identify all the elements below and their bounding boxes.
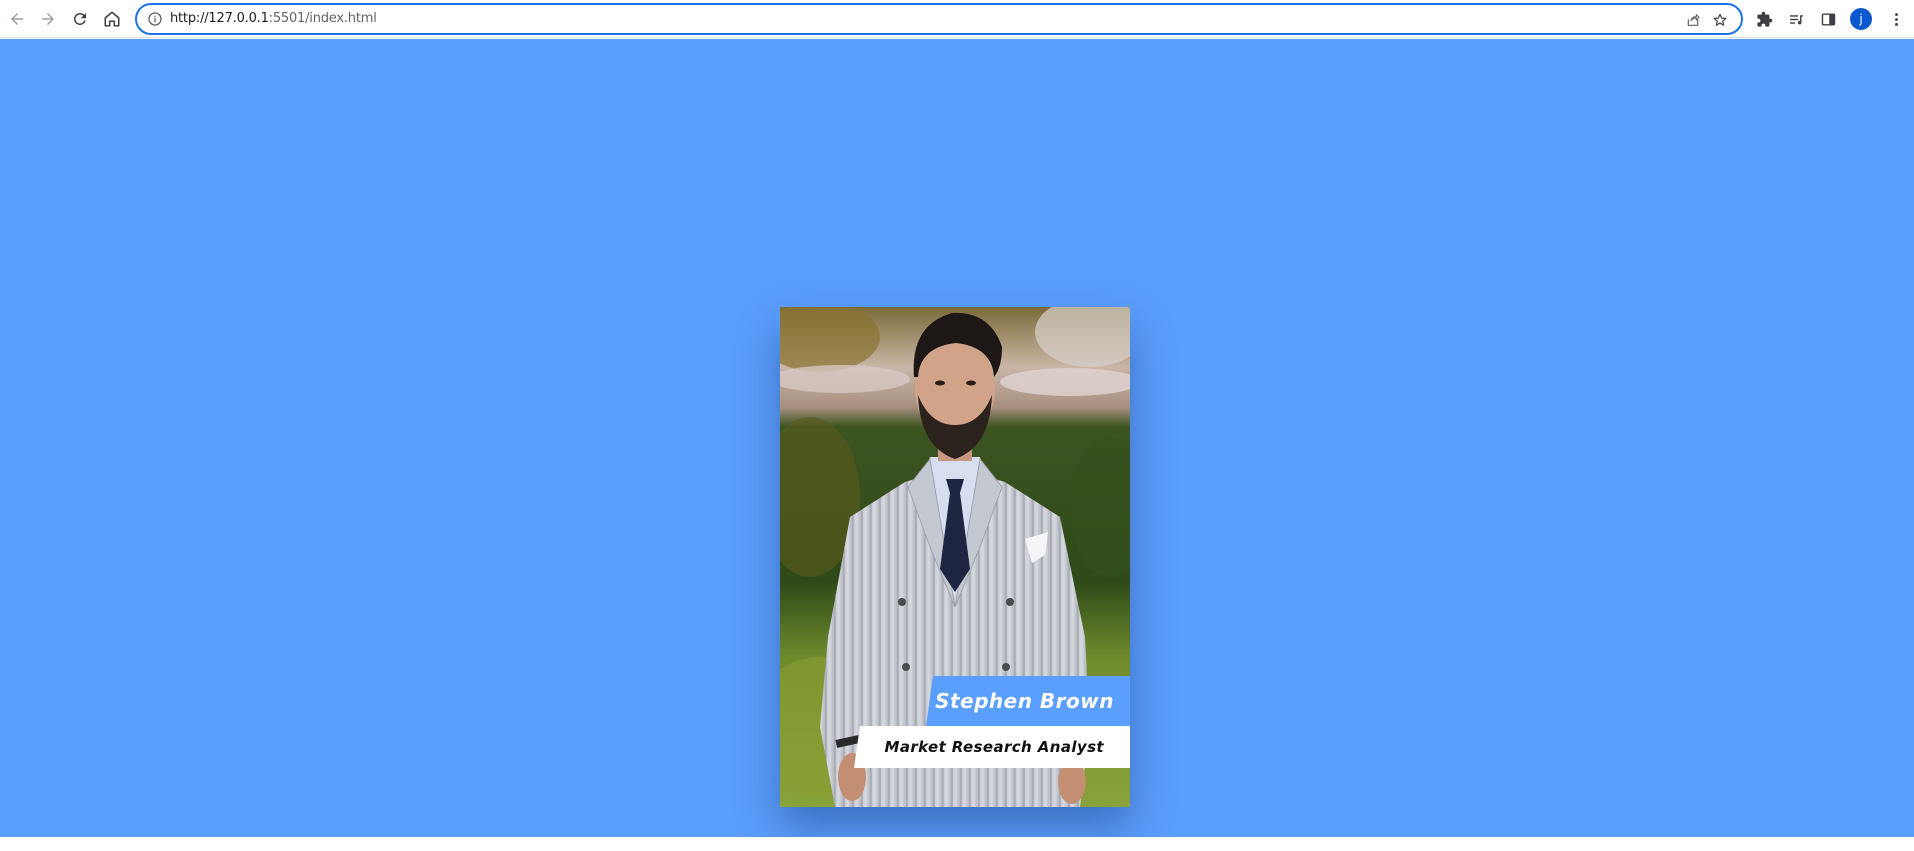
extensions-icon (1756, 11, 1772, 27)
side-panel-icon (1821, 12, 1835, 26)
home-icon (104, 11, 120, 27)
reading-list-button[interactable] (1784, 7, 1808, 31)
page-bottom-edge (0, 837, 1914, 851)
bookmark-button[interactable] (1710, 10, 1730, 30)
forward-arrow-icon (42, 13, 54, 25)
browser-toolbar: http://127.0.0.1:5501/index.html j (0, 0, 1914, 38)
address-bar[interactable]: http://127.0.0.1:5501/index.html (135, 3, 1743, 35)
back-arrow-icon (11, 13, 23, 25)
url-path: :5501/index.html (268, 11, 377, 26)
url-host: http://127.0.0.1 (170, 11, 269, 26)
person-role: Market Research Analyst (884, 738, 1104, 756)
more-menu-icon (1894, 12, 1898, 26)
extensions-button[interactable] (1752, 7, 1776, 31)
star-icon (1713, 13, 1727, 26)
side-panel-button[interactable] (1816, 7, 1840, 31)
page-viewport: Stephen Brown Market Research Analyst (0, 39, 1914, 837)
profile-avatar[interactable]: j (1850, 8, 1872, 30)
reload-button[interactable] (68, 7, 92, 31)
reading-list-icon (1789, 14, 1803, 24)
share-button[interactable] (1683, 10, 1703, 30)
home-button[interactable] (100, 7, 124, 31)
person-name: Stephen Brown (935, 689, 1114, 713)
forward-button[interactable] (36, 7, 60, 31)
info-icon[interactable] (147, 11, 163, 27)
more-menu-button[interactable] (1884, 7, 1908, 31)
profile-card: Stephen Brown Market Research Analyst (780, 307, 1130, 807)
role-banner: Market Research Analyst (854, 726, 1130, 768)
back-button[interactable] (5, 7, 29, 31)
name-banner: Stephen Brown (926, 676, 1130, 726)
url-text[interactable]: http://127.0.0.1:5501/index.html (170, 11, 377, 26)
reload-icon (73, 12, 86, 25)
share-icon (1687, 14, 1700, 26)
